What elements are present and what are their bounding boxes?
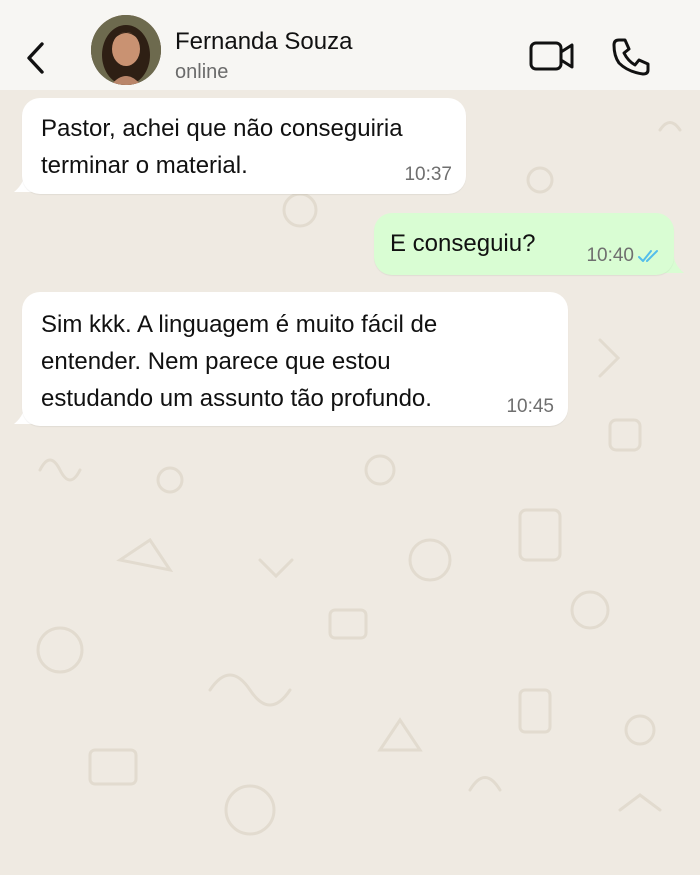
message-time: 10:37 xyxy=(404,164,452,185)
message-text: Pastor, achei que não conseguiria xyxy=(41,115,403,142)
message-text: entender. Nem parece que estou xyxy=(41,348,391,375)
contact-photo xyxy=(91,15,161,85)
message-time: 10:45 xyxy=(506,396,554,417)
contact-name[interactable]: Fernanda Souza xyxy=(175,28,352,56)
voice-call-button[interactable] xyxy=(610,36,652,78)
chevron-left-icon xyxy=(27,42,44,74)
double-check-read-icon xyxy=(638,250,658,262)
message-bubble-outgoing[interactable]: E conseguiu? 10:40 xyxy=(374,213,674,275)
chat-header: Fernanda Souza online xyxy=(0,0,700,90)
chat-area[interactable]: Pastor, achei que não conseguiria termin… xyxy=(0,90,700,875)
contact-status: online xyxy=(175,61,229,83)
phone-icon xyxy=(612,38,650,76)
back-button[interactable] xyxy=(22,38,50,78)
message-text: Sim kkk. A linguagem é muito fácil de xyxy=(41,311,438,338)
message-bubble-incoming[interactable]: Pastor, achei que não conseguiria termin… xyxy=(22,98,466,194)
message-bubble-incoming[interactable]: Sim kkk. A linguagem é muito fácil de en… xyxy=(22,292,568,426)
message-text: estudando um assunto tão profundo. xyxy=(41,385,432,412)
message-time: 10:40 xyxy=(586,245,634,266)
video-camera-icon xyxy=(529,41,574,71)
chat-wallpaper xyxy=(0,90,700,875)
video-call-button[interactable] xyxy=(528,38,576,74)
message-text: terminar o material. xyxy=(41,152,248,179)
avatar[interactable] xyxy=(91,15,161,85)
